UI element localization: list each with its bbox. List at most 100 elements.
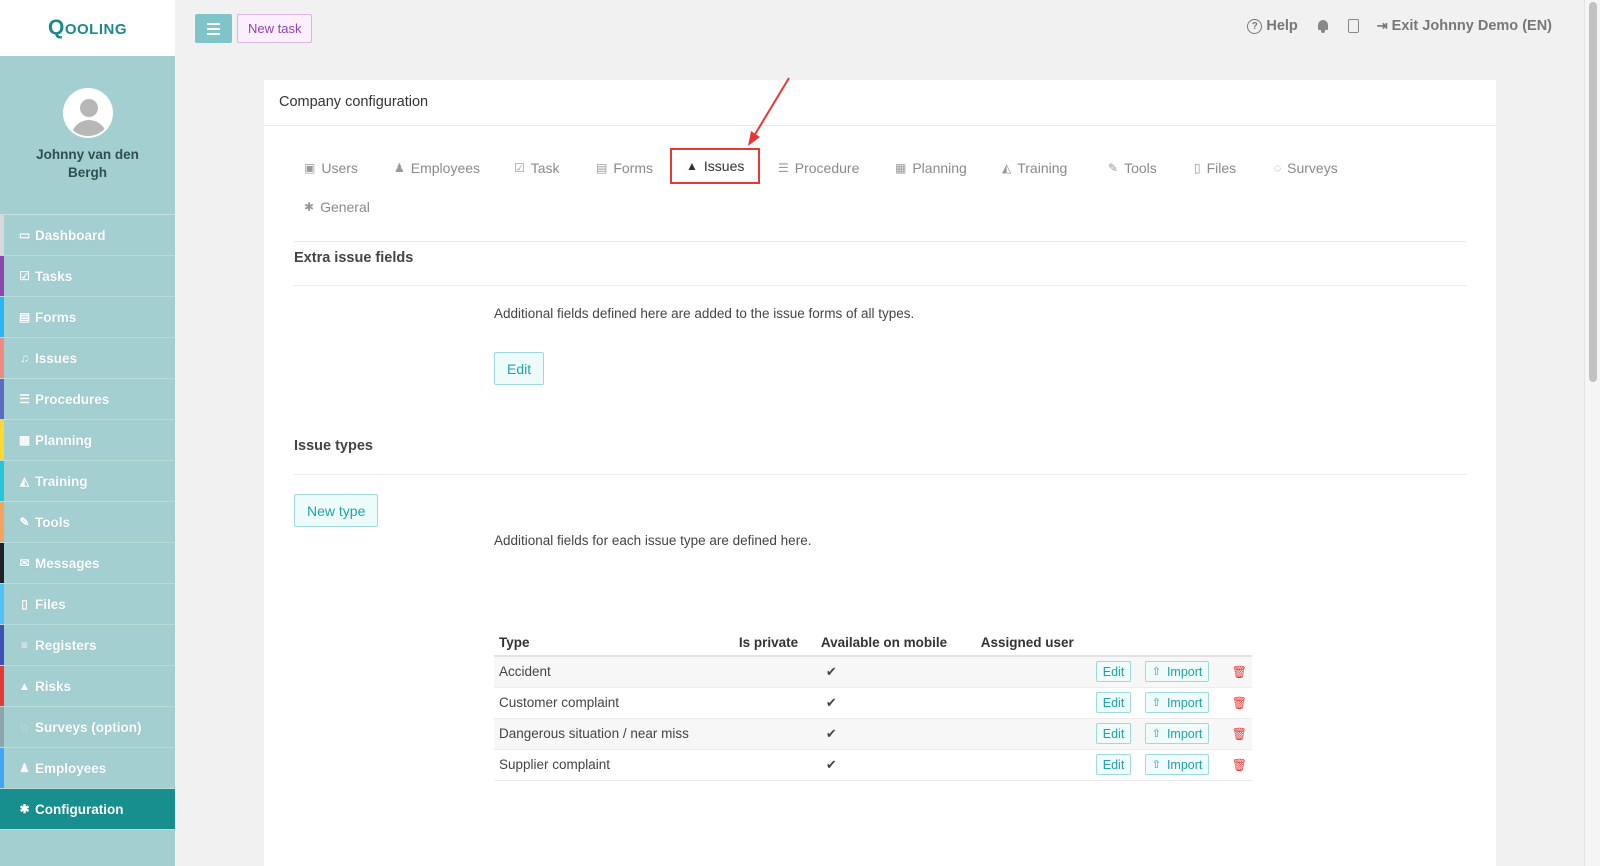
extra-fields-title: Extra issue fields (294, 250, 414, 266)
tab-employees[interactable]: ♟ Employees (394, 150, 480, 186)
trash-icon[interactable]: 🗑 (1232, 727, 1247, 741)
sidebar-item-label: Files (35, 596, 66, 612)
sidebar-item-tools[interactable]: ✎ Tools (0, 502, 175, 543)
nav-stripe (0, 420, 4, 460)
nav-stripe (0, 789, 4, 829)
table-row: Dangerous situation / near miss ✔ Edit ⇧… (494, 718, 1252, 750)
sidebar-item-registers[interactable]: ≡ Registers (0, 625, 175, 666)
id-card-icon: ▣ (304, 161, 316, 175)
is-private-cell (733, 718, 816, 750)
sidebar-item-tasks[interactable]: ☑ Tasks (0, 256, 175, 297)
card-title: Company configuration (264, 80, 1496, 126)
page-scrollbar[interactable] (1584, 0, 1600, 866)
wrench-icon: ✎ (19, 515, 30, 529)
import-label: Import (1166, 664, 1203, 679)
edit-type-button[interactable]: Edit (1095, 754, 1132, 775)
exit-label: Exit Johnny Demo (EN) (1391, 18, 1552, 34)
edit-extra-fields-button[interactable]: Edit (494, 352, 545, 385)
app-logo[interactable]: Qooling (48, 16, 127, 40)
nav-stripe (0, 297, 4, 337)
sidebar-item-surveys[interactable]: ◌ Surveys (option) (0, 707, 175, 748)
sidebar-item-messages[interactable]: ✉ Messages (0, 543, 175, 584)
tab-label: Employees (410, 160, 481, 176)
tab-forms[interactable]: ▤ Forms (596, 150, 653, 186)
document-icon: ▯ (1194, 161, 1201, 175)
mobile-button[interactable] (1347, 19, 1359, 33)
assigned-user-cell (975, 718, 1091, 750)
tab-label: Task (530, 160, 560, 176)
tablet-icon (1347, 19, 1359, 33)
gear-icon: ✱ (19, 802, 30, 816)
sidebar-item-label: Messages (35, 555, 100, 571)
exit-demo-link[interactable]: ⇥ Exit Johnny Demo (EN) (1377, 18, 1552, 34)
tab-users[interactable]: ▣ Users (304, 150, 358, 186)
gear-icon: ✱ (304, 200, 315, 214)
tab-files[interactable]: ▯ Files (1194, 150, 1236, 186)
sidebar: Qooling Johnny van den Bergh ▭ Dashboard … (0, 0, 175, 866)
hamburger-menu-button[interactable] (195, 14, 232, 43)
bell-icon: ♫ (20, 351, 29, 365)
import-button[interactable]: ⇧ Import (1144, 692, 1210, 713)
extra-fields-description: Additional fields defined here are added… (494, 306, 915, 321)
tab-tools[interactable]: ✎ Tools (1108, 150, 1157, 186)
graduation-cap-icon: ◭ (19, 474, 30, 488)
new-type-button[interactable]: New type (294, 494, 379, 527)
nav-stripe (0, 543, 4, 583)
calendar-icon: ▦ (895, 161, 907, 175)
import-button[interactable]: ⇧ Import (1144, 754, 1210, 775)
sidebar-item-issues[interactable]: ♫ Issues (0, 338, 175, 379)
trash-icon[interactable]: 🗑 (1232, 696, 1247, 710)
nav-stripe (0, 379, 4, 419)
sidebar-item-forms[interactable]: ▤ Forms (0, 297, 175, 338)
import-button[interactable]: ⇧ Import (1144, 661, 1210, 683)
tab-training[interactable]: ◭ Training (1002, 150, 1067, 186)
checkbox-icon: ☑ (19, 269, 30, 283)
upload-icon: ⇧ (1151, 759, 1161, 771)
check-icon: ✔ (825, 756, 837, 772)
top-right-menu: ? Help ⇥ Exit Johnny Demo (EN) (1247, 18, 1552, 34)
sidebar-item-dashboard[interactable]: ▭ Dashboard (0, 215, 175, 256)
table-header-row: Type Is private Available on mobile Assi… (494, 630, 1252, 657)
issue-types-title: Issue types (294, 438, 373, 454)
sidebar-item-label: Forms (35, 309, 77, 325)
sidebar-item-employees[interactable]: ♟ Employees (0, 748, 175, 789)
edit-type-button[interactable]: Edit (1095, 661, 1132, 683)
import-button[interactable]: ⇧ Import (1144, 723, 1210, 744)
tab-issues[interactable]: ▲ Issues (670, 148, 761, 184)
comment-icon: ◌ (20, 720, 29, 734)
tab-procedure[interactable]: ☰ Procedure (778, 150, 859, 186)
sidebar-item-configuration[interactable]: ✱ Configuration (0, 789, 175, 830)
tab-surveys[interactable]: ◌ Surveys (1274, 150, 1338, 186)
sidebar-item-procedures[interactable]: ☰ Procedures (0, 379, 175, 420)
avatar[interactable] (62, 88, 113, 138)
trash-icon[interactable]: 🗑 (1232, 665, 1247, 679)
tab-label: Procedure (794, 160, 860, 176)
sidebar-item-risks[interactable]: ▲ Risks (0, 666, 175, 707)
edit-type-button[interactable]: Edit (1095, 723, 1132, 744)
divider (294, 285, 1466, 286)
tab-planning[interactable]: ▦ Planning (895, 150, 967, 186)
monitor-icon: ▭ (18, 228, 31, 242)
new-task-button[interactable]: New task (237, 14, 313, 43)
sidebar-item-training[interactable]: ◭ Training (0, 461, 175, 502)
tab-label: Users (321, 160, 358, 176)
tab-general[interactable]: ✱ General (304, 189, 370, 225)
bell-icon: ▲ (686, 159, 698, 173)
tab-task[interactable]: ☑ Task (514, 150, 560, 186)
trash-icon[interactable]: 🗑 (1232, 758, 1247, 772)
edit-type-button[interactable]: Edit (1095, 692, 1132, 713)
check-icon: ✔ (825, 663, 837, 679)
help-link[interactable]: ? Help (1247, 18, 1298, 34)
notifications-button[interactable] (1316, 19, 1330, 33)
nav-stripe (0, 707, 4, 747)
graduation-cap-icon: ◭ (1002, 161, 1012, 175)
nav-stripe (0, 625, 4, 665)
logo-container[interactable]: Qooling (0, 0, 175, 56)
sidebar-item-label: Surveys (option) (35, 719, 142, 735)
tab-label: General (320, 199, 370, 215)
sidebar-item-files[interactable]: ▯ Files (0, 584, 175, 625)
check-icon: ✔ (825, 725, 837, 741)
sidebar-item-planning[interactable]: ▦ Planning (0, 420, 175, 461)
scrollbar-thumb[interactable] (1589, 2, 1597, 382)
column-header-mobile: Available on mobile (815, 630, 976, 657)
